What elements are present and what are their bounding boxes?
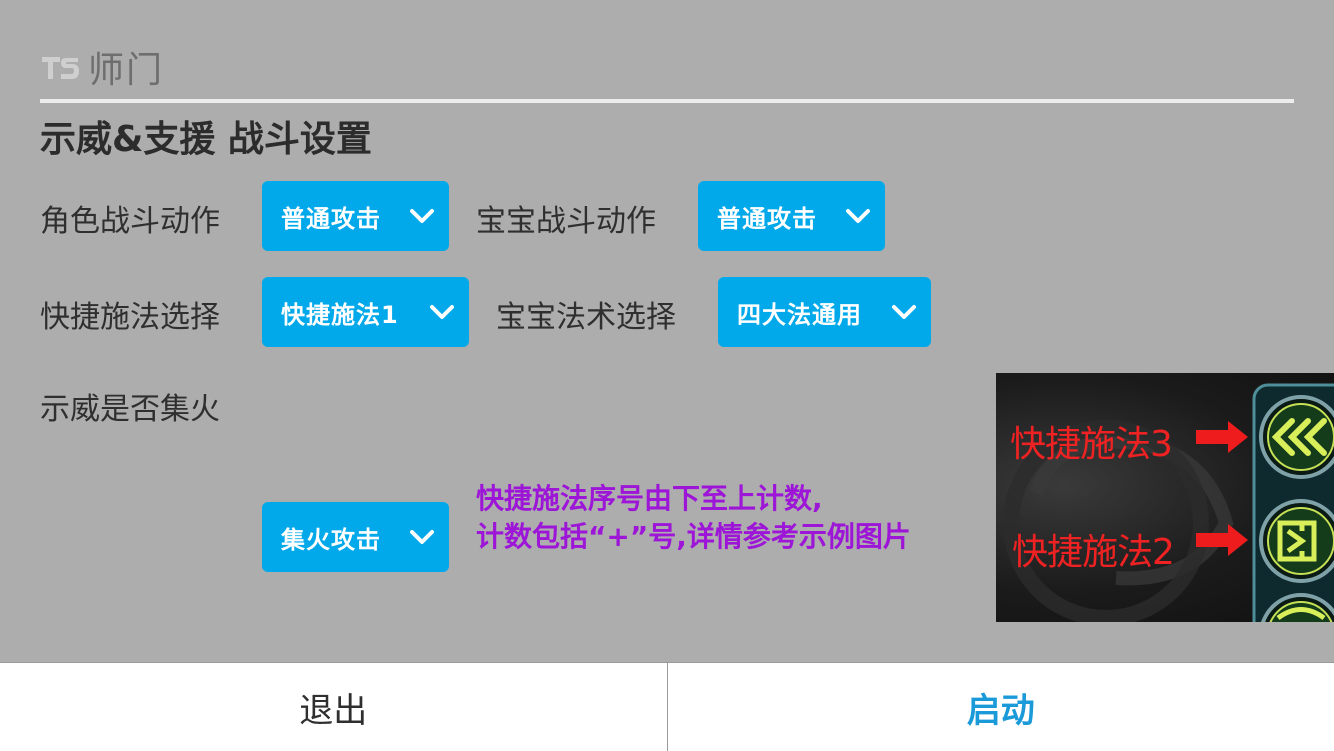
pet-action-value: 普通攻击 [717,199,817,234]
example-image: 快捷施法3 快捷施法2 [996,373,1334,622]
role-action-dropdown[interactable]: 普通攻击 [262,181,449,251]
chevron-down-icon [409,204,435,228]
hint-line-2: 计数包括“+”号,详情参考示例图片 [476,518,911,556]
chevron-down-icon [845,204,871,228]
example-label-bottom: 快捷施法2 [1012,523,1174,575]
section-title: 示威&支援 战斗设置 [40,110,372,162]
header-divider [40,99,1294,103]
ts-logo-icon [40,51,82,83]
quick-spell-hint: 快捷施法序号由下至上计数, 计数包括“+”号,详情参考示例图片 [476,480,911,556]
quick-spell-value: 快捷施法1 [281,295,399,330]
example-label-top: 快捷施法3 [1010,415,1172,467]
focus-fire-value: 集火攻击 [281,520,381,555]
hint-line-1: 快捷施法序号由下至上计数, [476,480,911,518]
pet-spell-value: 四大法通用 [737,295,862,330]
role-action-value: 普通攻击 [281,199,381,234]
focus-fire-label: 示威是否集火 [40,384,220,428]
chevron-down-icon [409,525,435,549]
chevron-down-icon [891,300,917,324]
pet-action-label: 宝宝战斗动作 [476,196,656,240]
exit-button[interactable]: 退出 [0,663,668,751]
quick-spell-dropdown[interactable]: 快捷施法1 [262,277,469,347]
pet-action-dropdown[interactable]: 普通攻击 [698,181,885,251]
header: 师门 [40,44,164,90]
focus-fire-dropdown[interactable]: 集火攻击 [262,502,449,572]
example-artwork [996,373,1334,622]
chevron-down-icon [429,300,455,324]
pet-spell-label: 宝宝法术选择 [496,292,676,336]
page-title: 师门 [88,41,164,93]
quick-spell-label: 快捷施法选择 [40,292,220,336]
start-button[interactable]: 启动 [668,663,1334,751]
footer: 退出 启动 [0,662,1334,751]
pet-spell-dropdown[interactable]: 四大法通用 [718,277,931,347]
role-action-label: 角色战斗动作 [40,196,220,240]
